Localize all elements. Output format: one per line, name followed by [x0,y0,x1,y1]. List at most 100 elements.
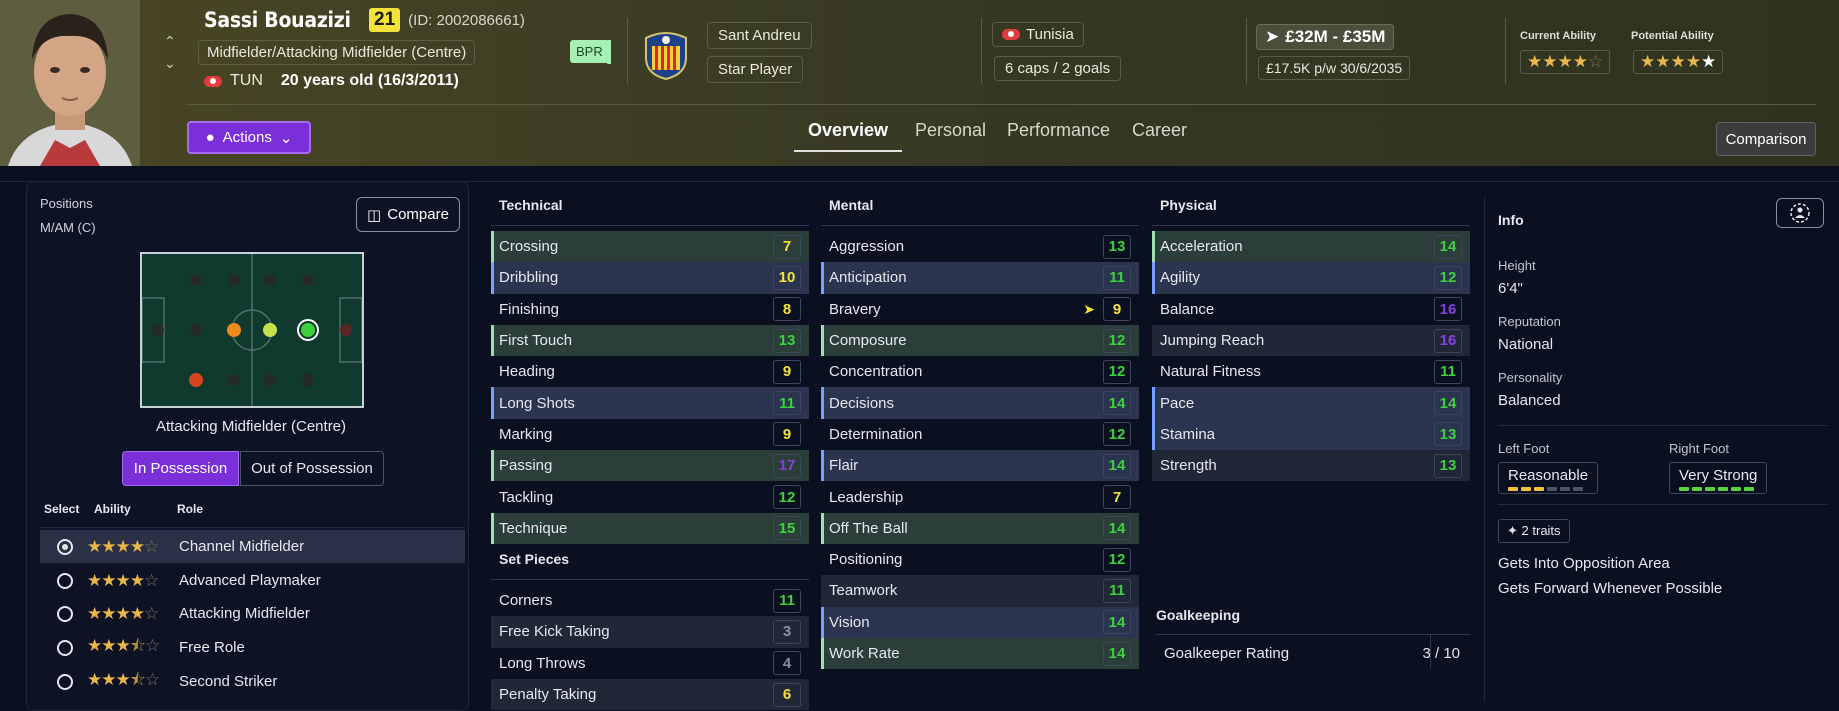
attr-value: 13 [773,328,801,353]
role-row[interactable]: ★★★★☆ Advanced Playmaker [40,564,465,597]
attr-row[interactable]: Concentration 12 [821,356,1139,387]
attr-row[interactable]: Corners 11 [491,585,809,616]
attr-row[interactable]: Aggression 13 [821,231,1139,262]
in-possession-toggle[interactable]: In Possession [122,451,239,486]
attr-row[interactable]: Leadership 7 [821,481,1139,512]
attr-row[interactable]: Vision 14 [821,606,1139,638]
role-row[interactable]: ★★★⯪☆ Second Striker [40,665,465,698]
country-pill[interactable]: Tunisia [992,22,1084,47]
attr-row[interactable]: Determination 12 [821,419,1139,450]
role-row[interactable]: ★★★★☆ Attacking Midfielder [40,597,465,630]
age-text: 20 years old (16/3/2011) [280,72,459,89]
attr-name: Acceleration [1160,238,1243,256]
compare-label: Compare [387,206,449,223]
tab-overview[interactable]: Overview [808,118,888,143]
technical-header: Technical [491,190,809,226]
nationality-code: TUN [230,72,263,89]
club-name[interactable]: Sant Andreu [707,22,812,49]
bpr-indicator [607,40,611,64]
attr-row[interactable]: Composure 12 [821,324,1139,357]
traits-pill[interactable]: ✦ 2 traits [1498,519,1570,543]
divider [1498,504,1828,505]
goalkeeping-header: Goalkeeping [1156,607,1241,623]
attr-row[interactable]: Tackling 12 [491,481,809,512]
attr-name: Natural Fitness [1160,363,1261,381]
attr-row[interactable]: Decisions 14 [821,387,1139,419]
attr-name: Concentration [829,363,923,381]
person-target-icon [1790,203,1810,223]
goalkeeper-rating-row[interactable]: Goalkeeper Rating 3 / 10 [1156,640,1470,666]
attr-row[interactable]: Pace 14 [1152,387,1470,419]
attr-row[interactable]: Stamina 13 [1152,418,1470,451]
position-pitch[interactable] [140,252,364,408]
role-stars: ★★★⯪☆ [87,670,160,689]
attr-name: Pace [1160,394,1195,412]
attr-row[interactable]: Technique 15 [491,512,809,544]
attr-row[interactable]: Crossing 7 [491,231,809,263]
profile-tabs: Overview Personal Performance Career [0,118,1839,158]
attr-row[interactable]: Anticipation 11 [821,262,1139,294]
height-label: Height [1498,258,1536,273]
attr-row[interactable]: Jumping Reach 16 [1152,324,1470,357]
physical-header: Physical [1152,190,1470,226]
role-row[interactable]: ★★★★☆ Channel Midfielder [40,530,465,563]
attr-row[interactable]: Finishing 8 [491,294,809,325]
attr-row[interactable]: Marking 9 [491,419,809,450]
attr-row[interactable]: Heading 9 [491,356,809,387]
radio-icon[interactable] [57,639,73,656]
mental-attributes: Mental Aggression 13 Anticipation 11 Brave… [821,190,1139,670]
out-of-possession-toggle[interactable]: Out of Possession [240,451,384,486]
mental-header: Mental [821,190,1139,226]
attr-name: Dribbling [499,269,559,287]
attr-name: Anticipation [829,269,907,287]
current-ability-label: Current Ability [1520,30,1596,42]
attr-row[interactable]: Bravery ➤ 9 [821,294,1139,325]
tab-performance[interactable]: Performance [1007,118,1110,143]
divider [981,18,982,84]
radio-selected-icon[interactable] [57,538,73,555]
attr-row[interactable]: Work Rate 14 [821,637,1139,670]
attr-row[interactable]: Balance 16 [1152,294,1470,325]
attr-value: 10 [773,265,801,290]
attr-row[interactable]: Strength 13 [1152,450,1470,482]
attr-row[interactable]: Long Shots 11 [491,387,809,419]
attr-row[interactable]: Agility 12 [1152,262,1470,294]
attr-name: Technique [499,519,568,537]
chevron-up-icon[interactable]: ⌃ [164,30,176,52]
tab-career[interactable]: Career [1132,118,1187,143]
role-stars: ★★★★☆ [87,536,159,556]
nationality-row: TUN 20 years old (16/3/2011) [204,72,459,90]
attr-row[interactable]: Long Throws 4 [491,648,809,679]
divider [1430,634,1431,668]
attr-row[interactable]: Free Kick Taking 3 [491,616,809,648]
personality-value: Balanced [1498,392,1561,409]
role-row[interactable]: ★★★⯪☆ Free Role [40,631,465,664]
attr-row[interactable]: Passing 17 [491,450,809,482]
info-title: Info [1498,212,1524,228]
attr-name: Free Kick Taking [499,623,610,641]
attr-row[interactable]: Flair 14 [821,450,1139,482]
attr-name: Penalty Taking [499,686,597,703]
attr-row[interactable]: Acceleration 14 [1152,231,1470,263]
radio-icon[interactable] [57,605,73,622]
height-value: 6'4" [1498,280,1523,297]
radio-icon[interactable] [57,572,73,589]
select-column-header: Select [44,502,80,516]
comparison-button[interactable]: Comparison [1716,122,1816,156]
attr-row[interactable]: First Touch 13 [491,324,809,357]
attr-row[interactable]: Penalty Taking 6 [491,678,809,711]
info-options-button[interactable] [1776,198,1824,228]
attr-name: Long Shots [499,394,575,412]
compare-button[interactable]: ◫ Compare [356,197,460,232]
chevron-down-icon[interactable]: ⌄ [164,52,176,74]
bpr-badge[interactable]: BPR [570,40,609,63]
attr-row[interactable]: Dribbling 10 [491,262,809,294]
attr-row[interactable]: Natural Fitness 11 [1152,356,1470,387]
radio-icon[interactable] [57,673,73,690]
attr-row[interactable]: Off The Ball 14 [821,512,1139,544]
attr-row[interactable]: Positioning 12 [821,544,1139,575]
attr-name: Work Rate [829,645,900,662]
transfer-value: ➤ £32M - £35M [1256,24,1395,50]
attr-row[interactable]: Teamwork 11 [821,575,1139,607]
tab-personal[interactable]: Personal [915,118,986,143]
